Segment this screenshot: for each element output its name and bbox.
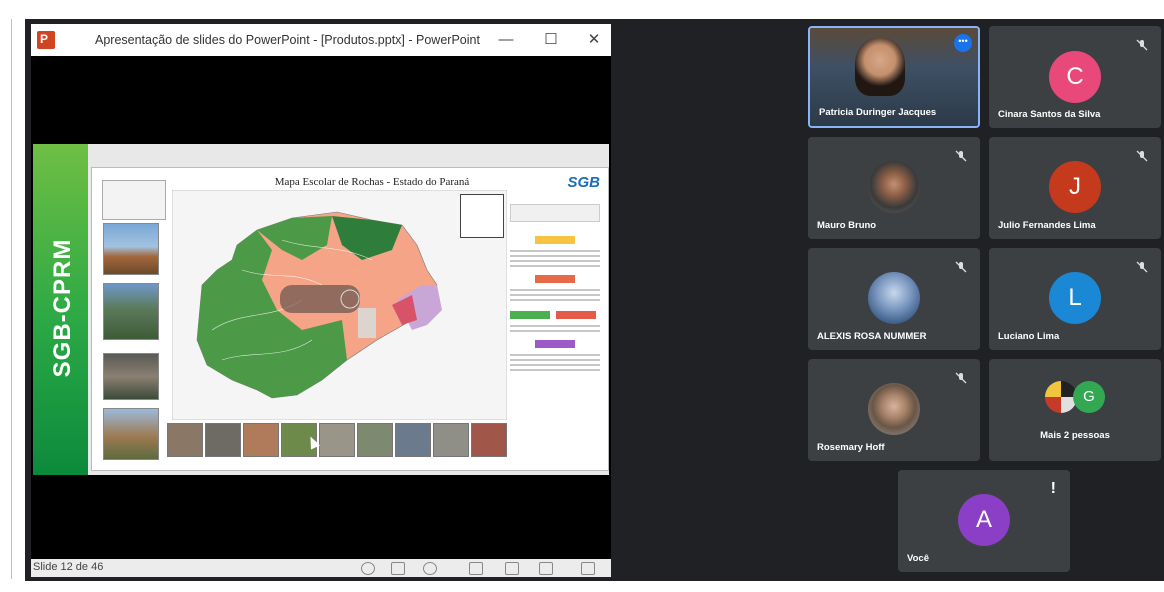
slideshow-icon[interactable]	[581, 562, 595, 575]
participant-tile-julio[interactable]: J Julio Fernandes Lima	[989, 137, 1161, 239]
rock-photo-2	[103, 283, 159, 340]
participant-name: Luciano Lima	[998, 331, 1060, 342]
mic-muted-icon	[955, 261, 967, 273]
shared-powerpoint-window[interactable]: Apresentação de slides do PowerPoint - […	[31, 24, 611, 577]
inset-map	[460, 194, 504, 238]
slide-side-text: SGB-CPRM	[49, 238, 76, 378]
avatar	[868, 272, 920, 324]
rock-photo-1	[103, 223, 159, 275]
participant-tile-cinara[interactable]: C Cinara Santos da Silva	[989, 26, 1161, 128]
left-edge-line	[11, 19, 12, 579]
participant-tile-more-people[interactable]: G Mais 2 pessoas	[989, 359, 1161, 461]
avatar-small-initial: G	[1073, 381, 1105, 413]
maximize-button[interactable]: ☐	[536, 28, 566, 52]
alert-icon: !	[1050, 480, 1056, 497]
map-title: Mapa Escolar de Rochas - Estado do Paran…	[274, 176, 470, 188]
rock-photo-4	[103, 408, 159, 460]
mic-muted-icon	[1136, 261, 1148, 273]
reading-view-icon[interactable]	[539, 562, 553, 575]
rock-photo-3	[103, 353, 159, 400]
participant-tile-mauro[interactable]: Mauro Bruno	[808, 137, 980, 239]
participant-name: Patricia Duringer Jacques	[819, 107, 937, 118]
more-options-button[interactable]: •••	[954, 34, 972, 52]
participant-name: Mauro Bruno	[817, 220, 877, 231]
avatar	[868, 383, 920, 435]
map-legend-block	[102, 180, 166, 220]
poster-text-column	[510, 204, 600, 454]
mic-muted-icon	[955, 150, 967, 162]
normal-view-icon[interactable]	[469, 562, 483, 575]
rock-thumb-7	[395, 423, 431, 457]
powerpoint-titlebar: Apresentação de slides do PowerPoint - […	[31, 24, 611, 56]
avatar: J	[1049, 161, 1101, 213]
rock-thumb-8	[433, 423, 469, 457]
pen-icon[interactable]	[391, 562, 405, 575]
rock-thumb-1	[167, 423, 203, 457]
sgb-logo: SGB	[567, 174, 600, 191]
mic-muted-icon	[1136, 150, 1148, 162]
avatar: C	[1049, 51, 1101, 103]
powerpoint-status-bar: Slide 12 de 46	[31, 559, 611, 577]
previous-slide-icon[interactable]	[361, 562, 375, 575]
participant-name: Julio Fernandes Lima	[998, 220, 1096, 231]
participant-tile-rosemary[interactable]: Rosemary Hoff	[808, 359, 980, 461]
powerpoint-app-icon	[37, 31, 55, 49]
slide-sorter-icon[interactable]	[505, 562, 519, 575]
avatar	[868, 161, 920, 213]
participant-name: Cinara Santos da Silva	[998, 109, 1101, 120]
participant-name: ALEXIS ROSA NUMMER	[817, 331, 927, 342]
participant-tile-patricia[interactable]: ••• Patricia Duringer Jacques	[808, 26, 980, 128]
rock-thumb-3	[243, 423, 279, 457]
avatar: A	[958, 494, 1010, 546]
next-slide-icon[interactable]	[423, 562, 437, 575]
window-title: Apresentação de slides do PowerPoint - […	[95, 33, 480, 47]
participant-tile-alexis[interactable]: ALEXIS ROSA NUMMER	[808, 248, 980, 350]
slide-content: SGB-CPRM Mapa Escolar de Rochas - Estado…	[33, 144, 609, 475]
meet-call-window: Apresentação de slides do PowerPoint - […	[25, 19, 1164, 581]
participant-name: Você	[907, 553, 930, 564]
person-video-figure	[855, 38, 905, 96]
mic-muted-icon	[955, 372, 967, 384]
rock-thumb-9	[471, 423, 507, 457]
avatar: L	[1049, 272, 1101, 324]
participant-tile-self[interactable]: A ! Você	[898, 470, 1070, 572]
participant-name: Rosemary Hoff	[817, 442, 885, 453]
slide-counter: Slide 12 de 46	[33, 561, 104, 573]
parana-rock-map	[172, 190, 507, 420]
close-button[interactable]: ✕	[579, 28, 609, 52]
rock-thumb-5	[319, 423, 355, 457]
rock-thumb-6	[357, 423, 393, 457]
mic-muted-icon	[1136, 39, 1148, 51]
participant-name: Mais 2 pessoas	[1040, 430, 1110, 441]
rock-map-poster: Mapa Escolar de Rochas - Estado do Paran…	[91, 167, 609, 471]
rock-thumb-2	[205, 423, 241, 457]
slide-side-banner: SGB-CPRM	[33, 144, 88, 475]
participant-tile-luciano[interactable]: L Luciano Lima	[989, 248, 1161, 350]
minimize-button[interactable]: —	[491, 28, 521, 52]
